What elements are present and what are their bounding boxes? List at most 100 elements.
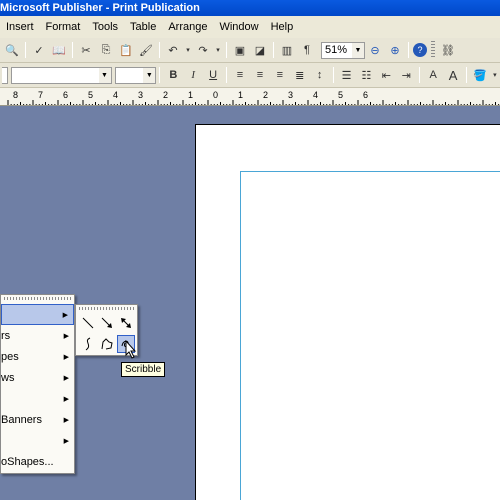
link-icon[interactable]: ⛓ xyxy=(439,41,457,59)
ruler-label: 5 xyxy=(88,90,93,100)
zoom-select[interactable]: 51% ▼ xyxy=(321,41,365,59)
copy-icon[interactable]: ⎘ xyxy=(97,41,115,59)
undo-icon[interactable]: ↶ xyxy=(164,41,182,59)
toolbar-separator xyxy=(226,67,228,83)
menu-item-more-autoshapes[interactable]: oShapes... xyxy=(1,451,74,472)
toolbar-separator xyxy=(25,42,26,58)
toolbar-separator xyxy=(159,67,161,83)
justify-icon[interactable]: ≣ xyxy=(291,66,309,84)
menu-grip[interactable] xyxy=(4,297,71,300)
submenu-grip[interactable] xyxy=(79,307,135,310)
chevron-down-icon: ▼ xyxy=(143,67,156,83)
zoom-out-icon[interactable]: ⊖ xyxy=(366,41,384,59)
fill-dropdown-icon[interactable]: ▾ xyxy=(491,66,499,84)
align-left-icon[interactable]: ≡ xyxy=(231,66,249,84)
increase-indent-icon[interactable]: ⇥ xyxy=(397,66,415,84)
menu-format[interactable]: Format xyxy=(40,21,87,33)
line-spacing-icon[interactable]: ↕ xyxy=(311,66,329,84)
double-arrow-icon[interactable] xyxy=(117,314,135,332)
redo-icon[interactable]: ↷ xyxy=(194,41,212,59)
toolbar-separator xyxy=(408,42,409,58)
menu-item-block-arrows[interactable]: ws ▶ xyxy=(1,367,74,388)
format-painter-icon[interactable]: 🖌 xyxy=(137,41,155,59)
autoshapes-menu: ▶ rs ▶ pes ▶ ws ▶ ▶ Banners ▶ ▶ oShapes.… xyxy=(0,294,75,474)
font-size-select[interactable]: ▼ xyxy=(114,66,157,84)
ruler-label: 6 xyxy=(63,90,68,100)
ruler-label: 2 xyxy=(163,90,168,100)
print-preview-icon[interactable]: 🔍 xyxy=(3,41,21,59)
menu-insert[interactable]: Insert xyxy=(0,21,40,33)
research-icon[interactable]: 📖 xyxy=(50,41,68,59)
menu-item-callouts[interactable]: ▶ xyxy=(1,430,74,451)
menu-item-label: Banners xyxy=(1,413,42,426)
redo-dropdown-icon[interactable]: ▾ xyxy=(214,41,222,59)
horizontal-ruler: 8 7 6 5 4 3 2 1 0 1 2 3 4 5 6 xyxy=(0,88,500,106)
decrease-font-icon[interactable]: A xyxy=(424,66,442,84)
pilcrow-icon[interactable]: ¶ xyxy=(298,41,316,59)
toolbar-separator xyxy=(419,67,421,83)
window-title: Microsoft Publisher - Print Publication xyxy=(0,2,200,14)
line-icon[interactable] xyxy=(79,314,97,332)
toolbar-separator xyxy=(226,42,227,58)
cut-icon[interactable]: ✂ xyxy=(77,41,95,59)
bring-to-front-icon[interactable]: ▣ xyxy=(231,41,249,59)
menu-item-flowchart[interactable]: ▶ xyxy=(1,388,74,409)
margin-guide xyxy=(240,171,500,500)
submenu-arrow-icon: ▶ xyxy=(62,311,68,319)
title-bar: Microsoft Publisher - Print Publication xyxy=(0,0,500,16)
arrow-icon[interactable] xyxy=(98,314,116,332)
menu-item-connectors[interactable]: rs ▶ xyxy=(1,325,74,346)
menu-tools[interactable]: Tools xyxy=(86,21,124,33)
menu-item-stars-banners[interactable]: Banners ▶ xyxy=(1,409,74,430)
menu-window[interactable]: Window xyxy=(213,21,264,33)
tooltip: Scribble xyxy=(121,362,166,377)
mouse-cursor-icon xyxy=(125,340,137,359)
menu-help[interactable]: Help xyxy=(265,21,300,33)
ruler-label: 5 xyxy=(338,90,343,100)
font-select[interactable]: ▼ xyxy=(10,66,112,84)
ruler-label: 4 xyxy=(113,90,118,100)
help-icon[interactable]: ? xyxy=(413,43,427,57)
underline-icon[interactable]: U xyxy=(204,66,222,84)
menu-item-basic-shapes[interactable]: pes ▶ xyxy=(1,346,74,367)
increase-font-icon[interactable]: A xyxy=(444,66,462,84)
freeform-icon[interactable] xyxy=(98,335,116,353)
align-center-icon[interactable]: ≡ xyxy=(251,66,269,84)
curve-icon[interactable] xyxy=(79,335,97,353)
style-select[interactable] xyxy=(2,66,8,84)
menu-table[interactable]: Table xyxy=(124,21,162,33)
ruler-ticks: 8 7 6 5 4 3 2 1 0 1 2 3 4 5 6 xyxy=(7,90,500,105)
submenu-arrow-icon: ▶ xyxy=(63,374,69,382)
standard-toolbar: 🔍 ✓ 📖 ✂ ⎘ 📋 🖌 ↶ ▾ ↷ ▾ ▣ ◪ ▥ ¶ 51% ▼ ⊖ ⊕ … xyxy=(0,38,500,63)
toolbar-separator xyxy=(466,67,468,83)
send-to-back-icon[interactable]: ◪ xyxy=(251,41,269,59)
zoom-in-icon[interactable]: ⊕ xyxy=(386,41,404,59)
paste-icon[interactable]: 📋 xyxy=(117,41,135,59)
submenu-arrow-icon: ▶ xyxy=(63,416,69,424)
bold-icon[interactable]: B xyxy=(164,66,182,84)
ruler-label: 6 xyxy=(363,90,368,100)
bullets-icon[interactable]: ☷ xyxy=(358,66,376,84)
menu-arrange[interactable]: Arrange xyxy=(162,21,213,33)
menu-item-label: rs xyxy=(1,329,11,342)
numbering-icon[interactable]: ☰ xyxy=(338,66,356,84)
ruler-label: 7 xyxy=(38,90,43,100)
undo-dropdown-icon[interactable]: ▾ xyxy=(184,41,192,59)
spelling-icon[interactable]: ✓ xyxy=(30,41,48,59)
decrease-indent-icon[interactable]: ⇤ xyxy=(377,66,395,84)
align-right-icon[interactable]: ≡ xyxy=(271,66,289,84)
ruler-label: 4 xyxy=(313,90,318,100)
submenu-arrow-icon: ▶ xyxy=(63,437,69,445)
workspace xyxy=(0,106,500,500)
submenu-arrow-icon: ▶ xyxy=(63,353,69,361)
menu-item-label: ws xyxy=(1,371,15,384)
columns-icon[interactable]: ▥ xyxy=(278,41,296,59)
toolbar-grip[interactable] xyxy=(431,41,435,59)
ruler-label: 3 xyxy=(288,90,293,100)
italic-icon[interactable]: I xyxy=(184,66,202,84)
menu-item-label: oShapes... xyxy=(1,455,54,468)
menu-item-lines[interactable]: ▶ xyxy=(1,304,74,325)
menu-bar: Insert Format Tools Table Arrange Window… xyxy=(0,16,500,38)
publication-page[interactable] xyxy=(195,124,500,500)
fill-color-icon[interactable]: 🪣 xyxy=(471,66,489,84)
